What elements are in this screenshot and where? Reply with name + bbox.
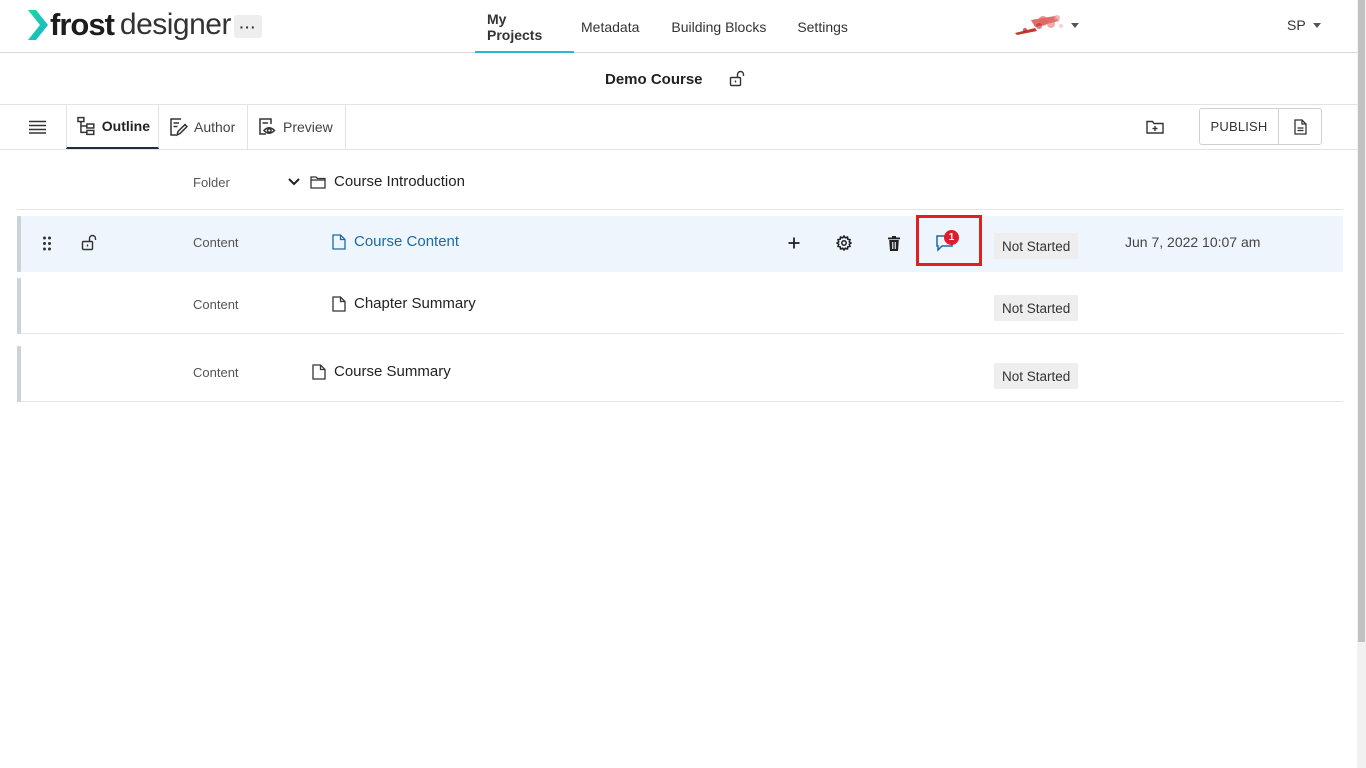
tab-outline-label: Outline bbox=[101, 118, 150, 134]
more-menu-button[interactable]: ··· bbox=[234, 15, 262, 38]
content-name[interactable]: Course Content bbox=[332, 233, 459, 250]
author-icon bbox=[170, 118, 188, 137]
preview-icon bbox=[259, 118, 276, 135]
item-type-label: Content bbox=[193, 235, 239, 250]
file-icon bbox=[332, 233, 346, 250]
nav-settings[interactable]: Settings bbox=[797, 0, 848, 53]
item-type-label: Content bbox=[193, 365, 239, 380]
editor-toolbar: Outline Author Preview PUBLISH bbox=[0, 105, 1357, 150]
tab-preview-label: Preview bbox=[283, 119, 333, 135]
unlock-icon[interactable] bbox=[81, 234, 98, 251]
file-icon bbox=[312, 363, 326, 380]
outline-content-row[interactable]: Content Chapter Summary Not Started bbox=[17, 278, 1343, 334]
content-name-text: Course Content bbox=[354, 233, 460, 250]
row-divider bbox=[21, 333, 1343, 334]
logo-text-frost: frost bbox=[50, 7, 115, 42]
publish-button-group: PUBLISH bbox=[1199, 108, 1322, 145]
content-name-text: Chapter Summary bbox=[354, 295, 476, 312]
status-badge: Not Started bbox=[994, 233, 1079, 259]
user-initials: SP bbox=[1287, 17, 1306, 33]
row-indicator bbox=[17, 216, 21, 272]
outline-content-row[interactable]: Content Course Summary Not Started bbox=[17, 346, 1343, 402]
nav-building-blocks[interactable]: Building Blocks bbox=[671, 0, 766, 53]
item-type-label: Folder bbox=[193, 175, 230, 190]
nav-my-projects[interactable]: My Projects bbox=[475, 0, 574, 53]
org-dropdown-caret-icon[interactable] bbox=[1071, 23, 1079, 28]
unlock-icon[interactable] bbox=[729, 70, 746, 87]
main-nav: My Projects Metadata Building Blocks Set… bbox=[475, 0, 848, 53]
user-dropdown-caret-icon bbox=[1312, 22, 1321, 28]
tab-author-label: Author bbox=[194, 119, 236, 135]
frost-designer-logo[interactable]: frost designer bbox=[27, 8, 231, 42]
drag-handle-icon[interactable] bbox=[42, 236, 52, 251]
outline-folder-row[interactable]: Folder Course Introduction bbox=[17, 150, 1343, 210]
delete-button[interactable] bbox=[885, 234, 903, 252]
add-folder-icon[interactable] bbox=[1146, 119, 1164, 135]
course-title-bar: Demo Course bbox=[0, 53, 1357, 105]
publish-report-button[interactable] bbox=[1279, 109, 1321, 144]
document-icon bbox=[1293, 118, 1307, 135]
comments-button[interactable]: 1 bbox=[916, 215, 982, 266]
folder-icon bbox=[310, 175, 326, 189]
page-scrollbar[interactable] bbox=[1357, 0, 1366, 768]
logo-text-designer: designer bbox=[119, 8, 232, 41]
plus-icon bbox=[788, 237, 800, 249]
last-modified-date: Jun 7, 2022 10:07 am bbox=[1125, 234, 1261, 250]
view-tabs: Outline Author Preview bbox=[66, 105, 346, 149]
hamburger-menu-icon[interactable] bbox=[29, 120, 46, 134]
tab-author[interactable]: Author bbox=[159, 105, 248, 149]
content-name-text: Course Summary bbox=[334, 363, 451, 380]
organization-logo-icon[interactable] bbox=[1013, 12, 1067, 36]
row-divider bbox=[17, 209, 1343, 210]
top-navbar: frost designer ··· My Projects Metadata … bbox=[0, 0, 1357, 53]
add-item-button[interactable] bbox=[785, 234, 803, 252]
folder-name-text: Course Introduction bbox=[334, 173, 465, 190]
comment-count-badge: 1 bbox=[944, 230, 959, 245]
trash-icon bbox=[888, 235, 900, 251]
scrollbar-thumb[interactable] bbox=[1358, 0, 1365, 642]
settings-button[interactable] bbox=[835, 234, 853, 252]
folder-name[interactable]: Course Introduction bbox=[310, 173, 465, 190]
file-icon bbox=[332, 295, 346, 312]
status-badge: Not Started bbox=[994, 295, 1079, 321]
status-badge: Not Started bbox=[994, 363, 1079, 389]
row-indicator bbox=[17, 346, 21, 402]
row-indicator bbox=[17, 278, 21, 334]
nav-metadata[interactable]: Metadata bbox=[581, 0, 639, 53]
item-type-label: Content bbox=[193, 297, 239, 312]
gear-icon bbox=[836, 235, 852, 251]
course-title: Demo Course bbox=[605, 71, 703, 88]
outline-icon bbox=[77, 116, 95, 136]
row-divider bbox=[21, 401, 1343, 402]
content-name[interactable]: Chapter Summary bbox=[332, 295, 476, 312]
publish-button[interactable]: PUBLISH bbox=[1200, 109, 1279, 144]
tab-outline[interactable]: Outline bbox=[66, 105, 159, 149]
chevron-down-icon[interactable] bbox=[287, 177, 301, 187]
outline-content-row[interactable]: Content Course Content 1 Not Started Jun… bbox=[17, 215, 1343, 272]
logo-chevron-icon bbox=[28, 10, 48, 40]
tab-preview[interactable]: Preview bbox=[248, 105, 346, 149]
content-name[interactable]: Course Summary bbox=[312, 363, 451, 380]
user-menu[interactable]: SP bbox=[1287, 17, 1321, 33]
